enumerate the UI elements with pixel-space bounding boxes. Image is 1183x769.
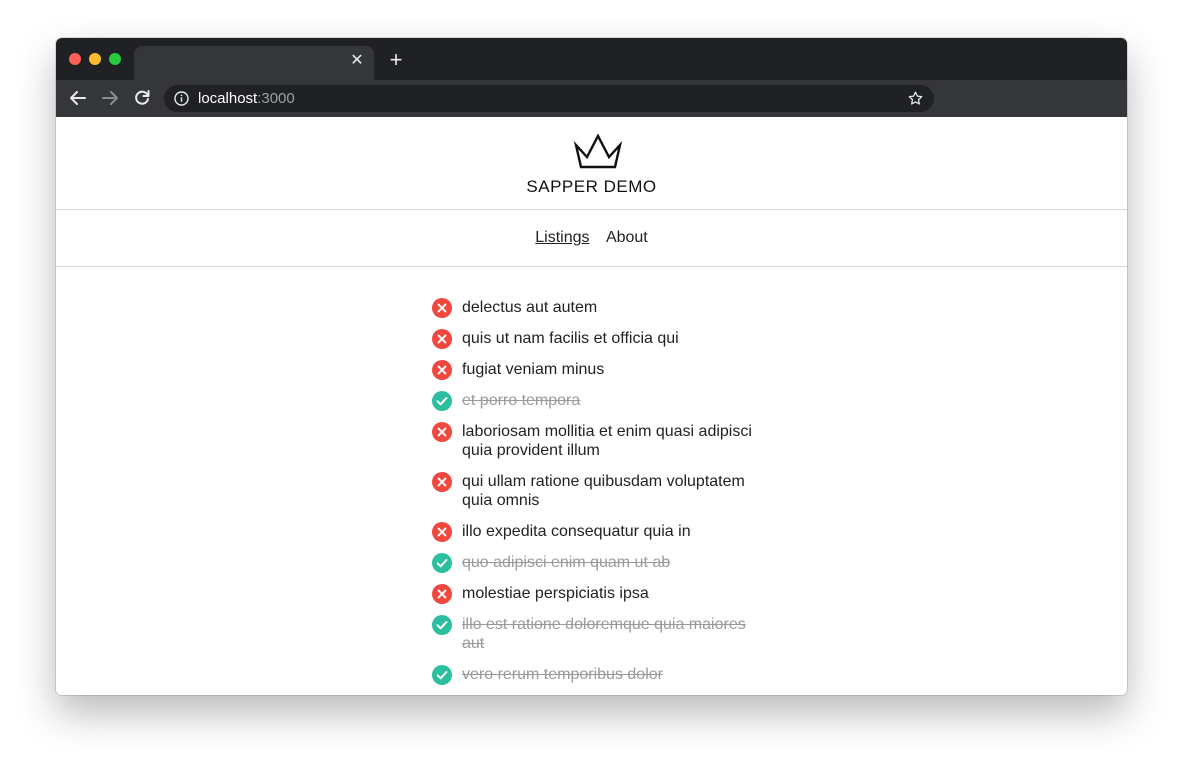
- todo-item-text: illo est ratione doloremque quia maiores…: [462, 616, 746, 652]
- nav-link-about[interactable]: About: [606, 229, 648, 246]
- maximize-window-button[interactable]: [109, 53, 121, 65]
- tab-bar: ✕ +: [56, 38, 1127, 80]
- todo-item-text: qui ullam ratione quibusdam voluptatem q…: [462, 473, 745, 509]
- close-tab-icon[interactable]: ✕: [350, 53, 364, 69]
- info-icon[interactable]: [174, 91, 189, 106]
- site-title: SAPPER DEMO: [526, 177, 657, 196]
- todo-item[interactable]: qui ullam ratione quibusdam voluptatem q…: [432, 472, 792, 510]
- checkmark-circle-icon[interactable]: [432, 391, 452, 411]
- todo-item[interactable]: vero rerum temporibus dolor: [432, 665, 792, 685]
- todo-list: delectus aut autem quis ut nam facilis et…: [432, 298, 792, 695]
- x-circle-icon[interactable]: [432, 584, 452, 604]
- close-window-button[interactable]: [69, 53, 81, 65]
- url-host: localhost: [198, 90, 258, 107]
- todo-item[interactable]: fugiat veniam minus: [432, 360, 792, 380]
- checkmark-circle-icon[interactable]: [432, 615, 452, 635]
- x-circle-icon[interactable]: [432, 422, 452, 442]
- todo-item[interactable]: illo expedita consequatur quia in: [432, 522, 792, 542]
- browser-tab[interactable]: ✕: [134, 46, 374, 80]
- url-port: :3000: [257, 90, 295, 107]
- todo-item[interactable]: et porro tempora: [432, 391, 792, 411]
- forward-arrow-icon[interactable]: [100, 88, 120, 108]
- checkmark-circle-icon[interactable]: [432, 553, 452, 573]
- todo-item-text: et porro tempora: [462, 392, 581, 409]
- x-circle-icon[interactable]: [432, 329, 452, 349]
- todo-item-text: quis ut nam facilis et officia qui: [462, 330, 679, 347]
- url-text: localhost:3000: [198, 90, 295, 107]
- todo-item-text: delectus aut autem: [462, 299, 598, 316]
- browser-toolbar: localhost:3000: [56, 80, 1127, 117]
- todo-item-text: fugiat veniam minus: [462, 361, 605, 378]
- todo-item-text: quo adipisci enim quam ut ab: [462, 554, 671, 571]
- todo-item-text: illo expedita consequatur quia in: [462, 523, 691, 540]
- x-circle-icon[interactable]: [432, 472, 452, 492]
- x-circle-icon[interactable]: [432, 360, 452, 380]
- site-header: SAPPER DEMO: [56, 117, 1127, 210]
- todo-item[interactable]: quis ut nam facilis et officia qui: [432, 329, 792, 349]
- nav-link-listings[interactable]: Listings: [535, 229, 589, 246]
- minimize-window-button[interactable]: [89, 53, 101, 65]
- todo-item[interactable]: illo est ratione doloremque quia maiores…: [432, 615, 792, 653]
- page-viewport: SAPPER DEMO Listings About delectus aut …: [56, 117, 1127, 695]
- todo-item-text: molestiae perspiciatis ipsa: [462, 585, 649, 602]
- site-nav: Listings About: [56, 210, 1127, 267]
- todo-item[interactable]: molestiae perspiciatis ipsa: [432, 584, 792, 604]
- todo-item-text: laboriosam mollitia et enim quasi adipis…: [462, 423, 752, 459]
- crown-logo-icon: [572, 133, 624, 173]
- back-arrow-icon[interactable]: [68, 88, 88, 108]
- reload-icon[interactable]: [132, 88, 152, 108]
- todo-item-text: vero rerum temporibus dolor: [462, 666, 663, 683]
- x-circle-icon[interactable]: [432, 298, 452, 318]
- address-bar[interactable]: localhost:3000: [164, 85, 934, 112]
- bookmark-star-icon[interactable]: [907, 90, 924, 107]
- todo-item[interactable]: delectus aut autem: [432, 298, 792, 318]
- todo-item[interactable]: laboriosam mollitia et enim quasi adipis…: [432, 422, 792, 460]
- new-tab-icon[interactable]: +: [386, 49, 406, 71]
- todo-item[interactable]: quo adipisci enim quam ut ab: [432, 553, 792, 573]
- checkmark-circle-icon[interactable]: [432, 665, 452, 685]
- x-circle-icon[interactable]: [432, 522, 452, 542]
- browser-window: ✕ + localhost:3000 SAPPER DEMO Listings …: [56, 38, 1127, 695]
